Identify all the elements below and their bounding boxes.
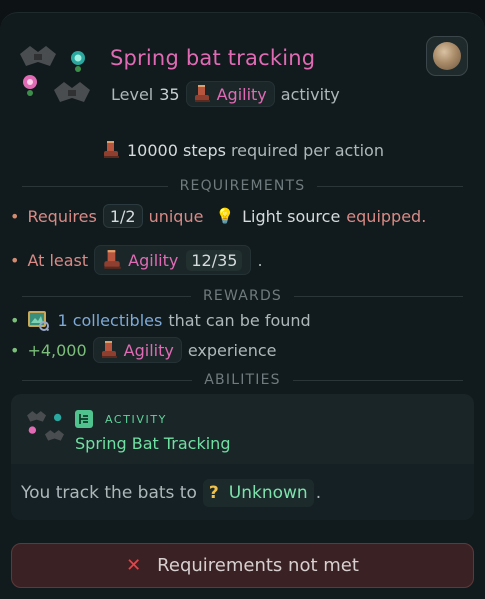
- ability-card[interactable]: ACTIVITY Spring Bat Tracking You track t…: [11, 394, 474, 520]
- divider: [292, 379, 464, 381]
- req-suffix: .: [257, 250, 263, 270]
- reward-collectibles: • 1 collectibles that can be found: [10, 309, 311, 331]
- req-suffix: equipped.: [346, 206, 427, 226]
- divider: [22, 295, 191, 297]
- activity-subtitle: Level 35 Agility activity: [111, 80, 340, 108]
- rewards-title: REWARDS: [202, 288, 283, 304]
- ability-type-label: ACTIVITY: [105, 412, 167, 426]
- abilities-title: ABILITIES: [204, 372, 281, 388]
- activity-type-label: activity: [280, 84, 340, 104]
- divider: [294, 295, 463, 297]
- level-label: Level: [111, 84, 154, 104]
- character-avatar-button[interactable]: [426, 36, 468, 76]
- req-prefix: Requires: [27, 206, 97, 226]
- level-value: 35: [159, 84, 180, 104]
- activity-tag-icon: [75, 410, 93, 428]
- ability-card-body: You track the bats to ? Unknown .: [11, 464, 474, 520]
- agility-boot-icon: [101, 341, 117, 358]
- xp-amount: +4,000: [27, 340, 87, 360]
- ability-card-header: ACTIVITY Spring Bat Tracking: [11, 394, 474, 464]
- divider: [22, 379, 193, 381]
- req-prefix: At least: [27, 250, 89, 270]
- spring-bat-tracking-icon: [27, 411, 64, 441]
- reward-suffix: experience: [187, 340, 277, 360]
- requirement-light-source: • Requires 1/2 unique 💡 Light source equ…: [10, 204, 426, 228]
- agility-boot-icon: [194, 85, 210, 102]
- abilities-header: ABILITIES: [22, 370, 464, 390]
- question-mark-icon: ?: [208, 483, 219, 503]
- req-item[interactable]: Light source: [242, 207, 340, 226]
- ability-description: You track the bats to ? Unknown .: [21, 479, 321, 507]
- status-button-label: Requirements not met: [157, 555, 359, 576]
- bullet: •: [10, 250, 20, 270]
- requirement-agility-level: • At least Agility 12/35 .: [10, 245, 263, 275]
- steps-suffix: required per action: [230, 140, 384, 160]
- bullet: •: [10, 206, 20, 226]
- close-icon: ✕: [126, 555, 142, 576]
- requirements-title: REQUIREMENTS: [179, 178, 306, 194]
- requirements-header: REQUIREMENTS: [22, 176, 463, 196]
- spring-bat-tracking-icon: [20, 46, 90, 102]
- ability-desc-suffix: .: [315, 483, 322, 503]
- location-chip[interactable]: ? Unknown: [202, 479, 314, 507]
- agility-boot-icon: [104, 250, 121, 269]
- bullet: •: [10, 310, 20, 330]
- req-unique: unique: [148, 206, 204, 226]
- agility-boot-icon: [104, 141, 119, 158]
- level-progress-badge: 12/35: [186, 249, 243, 271]
- divider: [317, 185, 463, 187]
- location-name: Unknown: [228, 483, 308, 503]
- bullet: •: [10, 340, 20, 360]
- ability-name: Spring Bat Tracking: [75, 434, 231, 453]
- reward-suffix: that can be found: [168, 310, 311, 330]
- agility-skill-chip[interactable]: Agility: [185, 81, 275, 107]
- collectible-map-icon: [28, 311, 50, 331]
- skill-name: Agility: [128, 250, 179, 270]
- rewards-header: REWARDS: [22, 286, 463, 306]
- collectibles-count-link[interactable]: 1 collectibles: [57, 311, 162, 330]
- steps-count: 10000 steps: [127, 140, 226, 160]
- divider: [22, 185, 168, 187]
- agility-skill-chip[interactable]: Agility: [92, 337, 182, 363]
- ability-type-tag: ACTIVITY: [75, 410, 167, 428]
- ability-desc-prefix: You track the bats to: [21, 483, 197, 503]
- page-title: Spring bat tracking: [110, 46, 316, 70]
- requirements-not-met-button[interactable]: ✕ Requirements not met: [11, 543, 474, 588]
- steps-requirement: 10000 steps required per action: [0, 138, 485, 162]
- light-bulb-icon: 💡: [215, 207, 235, 225]
- agility-skill-chip[interactable]: Agility 12/35: [94, 245, 252, 275]
- skill-name: Agility: [216, 84, 267, 104]
- character-avatar-icon: [433, 42, 461, 70]
- req-count-badge: 1/2: [102, 204, 143, 228]
- skill-name: Agility: [123, 340, 174, 360]
- reward-experience: • +4,000 Agility experience: [10, 337, 277, 363]
